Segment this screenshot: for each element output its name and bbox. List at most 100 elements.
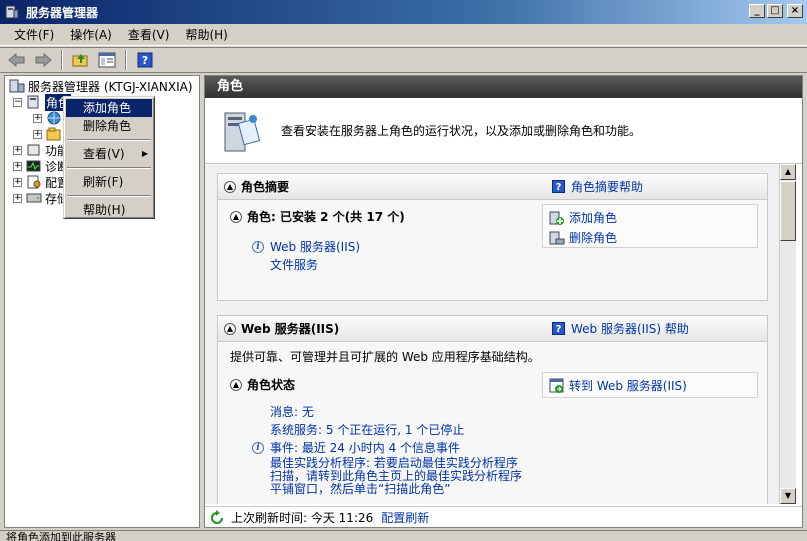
minimize-button[interactable]: _ [749, 4, 765, 18]
roles-summary-title: 角色摘要 [241, 180, 290, 194]
ctx-separator [67, 139, 151, 141]
show-hide-tree-button[interactable] [96, 50, 118, 70]
web-server-header[interactable]: ▲ Web 服务器(IIS) ? Web 服务器(IIS) 帮助 [218, 316, 767, 342]
scroll-down-icon[interactable]: ▼ [780, 488, 796, 504]
ctx-view[interactable]: 查看(V) ▶ [66, 145, 152, 163]
tree-item-configuration[interactable]: + 配置 [13, 174, 69, 190]
tree-item-web-server[interactable]: + [33, 110, 65, 126]
roles-server-icon [224, 112, 261, 151]
ctx-remove-role[interactable]: 删除角色 [66, 117, 152, 135]
tree-item-storage[interactable]: + 存储 [13, 190, 69, 206]
window-title: 服务器管理器 [26, 5, 99, 20]
storage-icon [26, 193, 42, 203]
configure-refresh-link[interactable]: 配置刷新 [381, 509, 429, 526]
collapse-icon[interactable]: − [13, 97, 22, 107]
toolbar-separator [61, 50, 63, 70]
add-roles-action[interactable]: 添加角色 [549, 209, 617, 226]
events-text[interactable]: 事件: 最近 24 小时内 4 个信息事件 [270, 439, 460, 456]
roles-summary-help-text: 角色摘要帮助 [571, 180, 644, 194]
last-refresh-text: 上次刷新时间: 今天 11:26 [231, 511, 374, 525]
remove-role-icon [549, 231, 565, 244]
back-button[interactable] [6, 50, 28, 70]
scroll-up-icon[interactable]: ▲ [780, 164, 796, 180]
help-icon: ? [552, 322, 565, 335]
web-server-title: Web 服务器(IIS) [241, 322, 340, 336]
forward-button[interactable] [32, 50, 54, 70]
info-icon: i [252, 441, 264, 454]
roles-content: ▲ 角色摘要 ? 角色摘要帮助 ▲ 角色: 已安装 2 个(共 17 个) i … [205, 164, 779, 504]
system-services-text[interactable]: 系统服务: 5 个正在运行, 1 个已停止 [270, 421, 464, 438]
remove-roles-link[interactable]: 删除角色 [569, 229, 617, 246]
tree-item-diagnostics[interactable]: + 诊断 [13, 158, 69, 174]
collapse-section-icon[interactable]: ▲ [224, 322, 236, 335]
toolbar: ? [0, 47, 807, 73]
roles-icon [27, 95, 39, 109]
bpa-line-3: 平铺窗口，然后单击“扫描此角色” [270, 482, 451, 496]
expand-icon[interactable]: + [13, 145, 22, 155]
web-server-help-text: Web 服务器(IIS) 帮助 [571, 322, 689, 336]
expand-icon[interactable]: + [13, 177, 22, 187]
maximize-button[interactable]: □ [767, 4, 783, 18]
expand-icon[interactable]: + [13, 193, 22, 203]
vertical-scrollbar[interactable]: ▲ ▼ [779, 164, 796, 504]
bpa-text[interactable]: 最佳实践分析程序: 若要启动最佳实践分析程序 扫描，请转到此角色主页上的最佳实践… [270, 457, 522, 496]
features-icon [27, 144, 40, 156]
add-roles-link[interactable]: 添加角色 [569, 209, 617, 226]
remove-roles-action[interactable]: 删除角色 [549, 229, 617, 246]
info-icon: i [252, 240, 264, 253]
expand-icon[interactable]: + [33, 113, 42, 123]
close-button[interactable]: × [787, 4, 803, 18]
roles-intro-text: 查看安装在服务器上角色的运行状况，以及添加或删除角色和功能。 [281, 124, 642, 138]
messages-text[interactable]: 消息: 无 [270, 403, 314, 420]
goto-web-server-box: 转到 Web 服务器(IIS) [542, 372, 758, 398]
role-file-services-link[interactable]: 文件服务 [270, 258, 318, 272]
web-server-description: 提供可靠、可管理并且可扩展的 Web 应用程序基础结构。 [230, 350, 540, 364]
roles-count-text: 角色: 已安装 2 个(共 17 个) [247, 210, 405, 224]
server-manager-icon [5, 5, 19, 19]
web-server-section: ▲ Web 服务器(IIS) ? Web 服务器(IIS) 帮助 提供可靠、可管… [217, 315, 768, 504]
up-folder-icon [72, 54, 88, 67]
refresh-bar: 上次刷新时间: 今天 11:26 配置刷新 [205, 506, 802, 527]
collapse-subsection-icon[interactable]: ▲ [230, 210, 242, 223]
scroll-thumb[interactable] [780, 181, 796, 241]
back-arrow-icon [8, 53, 25, 67]
menu-view[interactable]: 查看(V) [120, 26, 178, 44]
context-menu: 添加角色 删除角色 查看(V) ▶ 刷新(F) 帮助(H) [63, 96, 155, 219]
role-web-server-link[interactable]: Web 服务器(IIS) [270, 238, 360, 255]
ctx-refresh[interactable]: 刷新(F) [66, 173, 152, 191]
roles-summary-help-link[interactable]: ? 角色摘要帮助 [552, 178, 643, 195]
web-server-help-link[interactable]: ? Web 服务器(IIS) 帮助 [552, 320, 689, 337]
roles-summary-header[interactable]: ▲ 角色摘要 ? 角色摘要帮助 [218, 174, 767, 200]
ctx-separator [67, 167, 151, 169]
tree-item-features[interactable]: + 功能 [13, 142, 69, 158]
roles-summary-section: ▲ 角色摘要 ? 角色摘要帮助 ▲ 角色: 已安装 2 个(共 17 个) i … [217, 173, 768, 301]
menu-file[interactable]: 文件(F) [6, 26, 62, 44]
tree-root[interactable]: 服务器管理器 (KTGJ-XIANXIA) [9, 78, 193, 94]
goto-web-server-action[interactable]: 转到 Web 服务器(IIS) [549, 377, 687, 394]
title-bar: 服务器管理器 _ □ × [0, 0, 807, 24]
ctx-add-role[interactable]: 添加角色 [66, 99, 152, 117]
collapse-subsection-icon[interactable]: ▲ [230, 378, 242, 391]
role-status-title: 角色状态 [247, 378, 296, 392]
collapse-section-icon[interactable]: ▲ [224, 180, 236, 193]
help-button[interactable]: ? [134, 50, 156, 70]
up-folder-button[interactable] [70, 50, 92, 70]
expand-icon[interactable]: + [33, 129, 42, 139]
menu-bar: 文件(F) 操作(A) 查看(V) 帮助(H) [0, 24, 807, 46]
goto-web-server-link[interactable]: 转到 Web 服务器(IIS) [569, 377, 687, 394]
file-services-icon [46, 127, 61, 141]
server-icon [9, 79, 25, 93]
roles-actions-box: 添加角色 删除角色 [542, 204, 758, 248]
web-server-icon [47, 111, 61, 125]
expand-icon[interactable]: + [13, 161, 22, 171]
menu-action[interactable]: 操作(A) [62, 26, 120, 44]
details-pane: 角色 查看安装在服务器上角色的运行状况，以及添加或删除角色和功能。 ▲ 角色摘要… [204, 75, 803, 528]
menu-help[interactable]: 帮助(H) [177, 26, 235, 44]
toolbar-separator [125, 50, 127, 70]
ctx-help[interactable]: 帮助(H) [66, 201, 152, 219]
goto-icon [549, 378, 564, 393]
help-icon: ? [137, 52, 153, 68]
tree-item-file-services[interactable]: + [33, 126, 65, 142]
svg-text:?: ? [142, 54, 148, 67]
ctx-view-label: 查看(V) [83, 147, 125, 161]
